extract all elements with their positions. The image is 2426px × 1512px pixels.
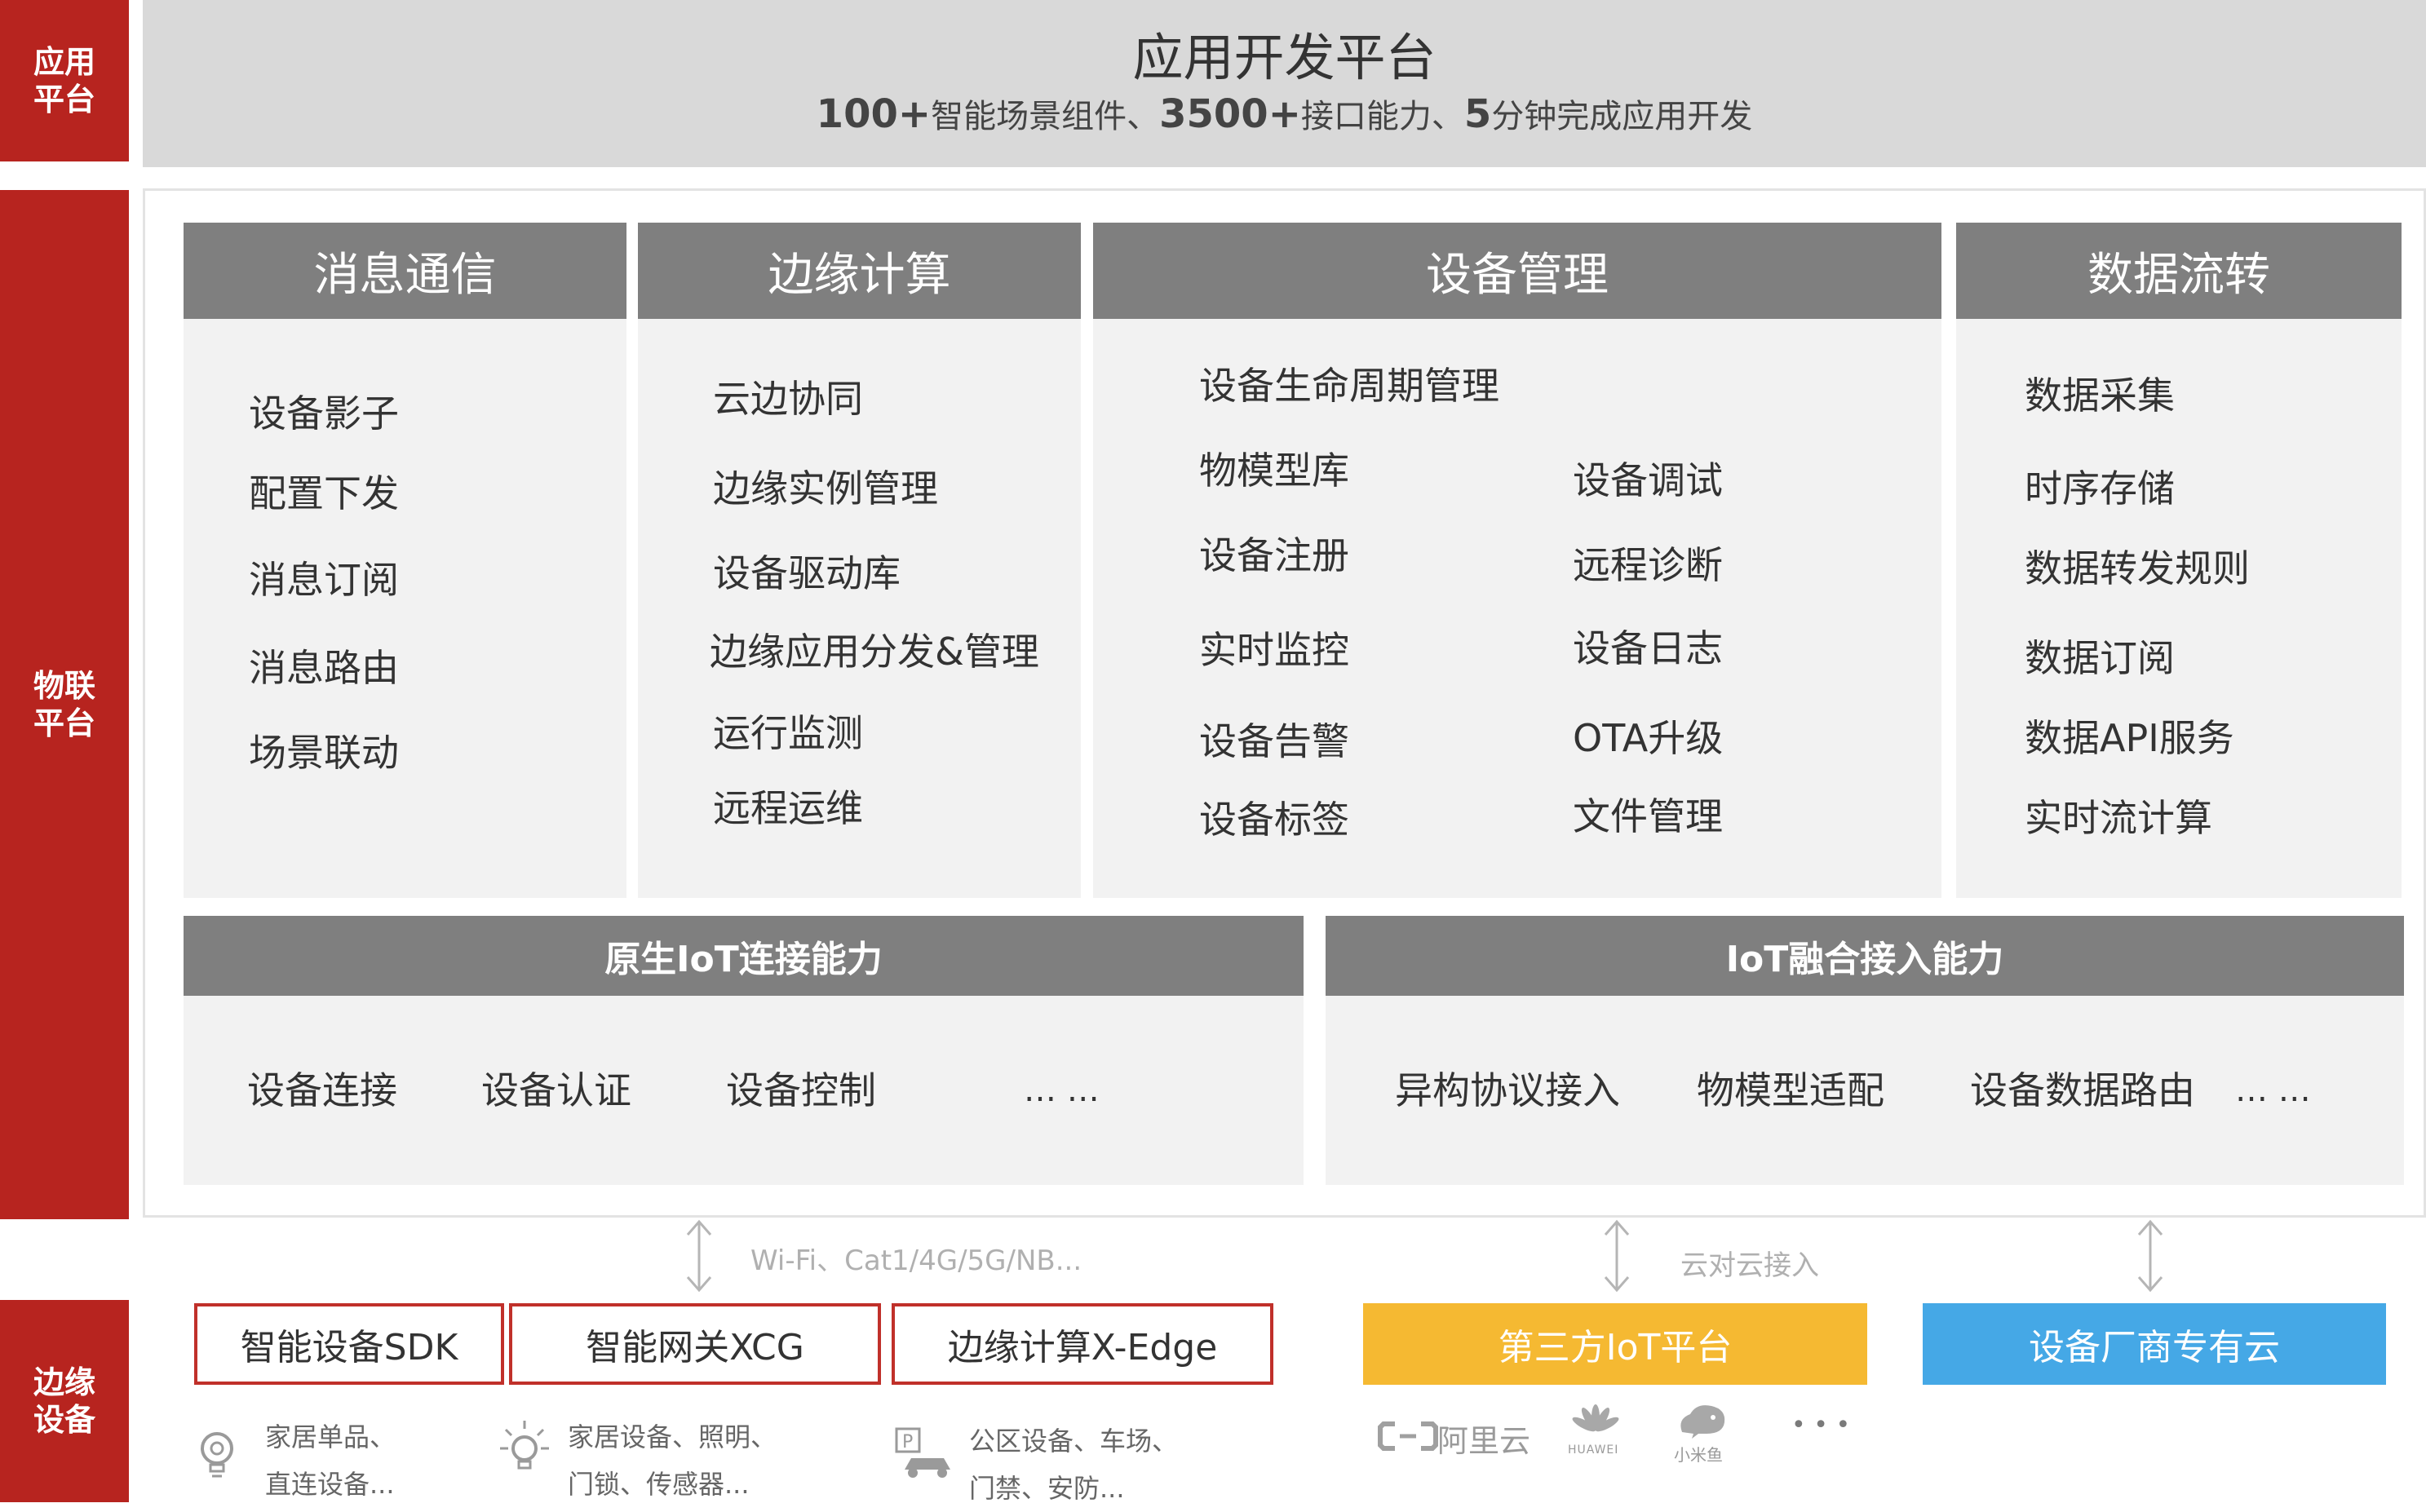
aliyun-logo-text: 阿里云 (1437, 1423, 1531, 1459)
column-device-title: 设备管理 (1093, 223, 1941, 319)
fusion-item: 异构协议接入 (1395, 1068, 1620, 1112)
side-label-edge-devices: 边缘设备 (0, 1300, 129, 1502)
column-edge-title: 边缘计算 (638, 223, 1081, 319)
column-item: 边缘实例管理 (713, 466, 938, 511)
huawei-logo-text: HUAWEI (1568, 1443, 1619, 1457)
column-item: 场景联动 (249, 731, 399, 775)
column-item: 运行监测 (713, 711, 863, 755)
third-party-iot-platform-label: 第三方IoT平台 (1498, 1327, 1733, 1368)
connect-item: 设备连接 (247, 1068, 397, 1112)
lightbulb-icon (201, 1432, 233, 1478)
sub-text-minutes: 分钟完成应用开发 (1491, 98, 1753, 135)
edge-x-edge-desc-line1: 公区设备、车场、 (969, 1426, 1179, 1457)
aliyun-logo-icon (1378, 1421, 1438, 1451)
app-platform-subtitle: 100+智能场景组件、3500+接口能力、5分钟完成应用开发 (817, 90, 1753, 141)
side-label-app-text: 应用平台 (33, 44, 95, 117)
edge-box-sdk: 智能设备SDK (194, 1303, 504, 1385)
side-label-app-platform: 应用平台 (0, 0, 129, 161)
connect-item: 设备控制 (726, 1068, 876, 1112)
native-iot-connect-band: 原生IoT连接能力 设备连接 设备认证 设备控制 … … (184, 916, 1304, 1185)
fusion-item: 物模型适配 (1697, 1068, 1884, 1112)
column-item: OTA升级 (1573, 716, 1724, 760)
iot-fusion-access-band: IoT融合接入能力 异构协议接入 物模型适配 设备数据路由 … … (1326, 916, 2404, 1185)
column-item: 文件管理 (1573, 794, 1723, 838)
fusion-item-ellipsis: … … (2235, 1072, 2311, 1109)
sub-text-components: 智能场景组件、 (931, 98, 1160, 135)
edge-box-x-edge-label: 边缘计算X-Edge (947, 1327, 1218, 1368)
edge-sdk-desc-line2: 直连设备... (265, 1469, 395, 1500)
column-item: 配置下发 (249, 471, 399, 515)
vendor-private-cloud-label: 设备厂商专有云 (2029, 1327, 2280, 1368)
xiaomi-logo-text: 小米鱼 (1674, 1445, 1723, 1465)
parking-car-icon: P (895, 1427, 950, 1478)
edge-box-sdk-label: 智能设备SDK (240, 1327, 458, 1368)
column-item: 远程运维 (713, 786, 863, 830)
column-data-title: 数据流转 (1956, 223, 2402, 319)
column-item: 数据采集 (2025, 374, 2175, 418)
edge-box-x-edge: 边缘计算X-Edge (892, 1303, 1273, 1385)
column-item: 实时监控 (1199, 628, 1349, 672)
sub-num-apis: 3500+ (1159, 91, 1301, 137)
column-item: 数据订阅 (2025, 636, 2175, 680)
sub-text-apis: 接口能力、 (1300, 98, 1464, 135)
column-item: 设备影子 (249, 391, 399, 435)
light-rays-icon (500, 1421, 549, 1470)
column-item: 设备驱动库 (713, 551, 901, 595)
column-data-flow: 数据流转 数据采集 时序存储 数据转发规则 数据订阅 数据API服务 实时流计算 (1956, 223, 2402, 898)
column-item: 实时流计算 (2025, 796, 2212, 840)
column-item: 设备标签 (1199, 798, 1349, 842)
side-label-edge-text: 边缘设备 (33, 1364, 95, 1438)
sub-num-components: 100+ (816, 91, 932, 137)
edge-sdk-desc-line1: 家居单品、 (265, 1421, 396, 1452)
column-item: 设备生命周期管理 (1199, 364, 1499, 408)
edge-box-gateway: 智能网关XCG (509, 1303, 881, 1385)
column-item: 设备注册 (1199, 533, 1349, 577)
column-item: 设备调试 (1573, 458, 1723, 502)
edge-x-edge-desc-line2: 门禁、安防... (969, 1473, 1125, 1504)
column-item: 数据转发规则 (2025, 546, 2250, 590)
side-label-iot-platform: 物联平台 (0, 190, 129, 1219)
connect-item: 设备认证 (481, 1068, 631, 1112)
fusion-item: 设备数据路由 (1970, 1068, 2195, 1112)
cloud-link-label: 云对云接入 (1680, 1249, 1819, 1282)
edge-box-gateway-label: 智能网关XCG (586, 1327, 804, 1368)
column-item: 消息订阅 (249, 558, 399, 602)
column-item: 云边协同 (713, 377, 863, 421)
connect-item-ellipsis: … … (1024, 1072, 1100, 1109)
column-item: 物模型库 (1199, 449, 1349, 493)
side-label-iot-text: 物联平台 (33, 668, 95, 741)
svg-text:P: P (902, 1432, 913, 1452)
column-item: 消息路由 (249, 646, 399, 690)
edge-gateway-desc-line2: 门锁、传感器... (568, 1469, 750, 1500)
huawei-logo-icon (1572, 1404, 1619, 1432)
column-item: 数据API服务 (2025, 716, 2234, 760)
column-item: 远程诊断 (1573, 543, 1723, 587)
double-arrow-icon (1604, 1219, 1630, 1293)
iot-fusion-access-title: IoT融合接入能力 (1326, 916, 2404, 996)
column-edge-computing: 边缘计算 云边协同 边缘实例管理 设备驱动库 边缘应用分发&管理 运行监测 远程… (638, 223, 1081, 898)
column-item: 时序存储 (2025, 466, 2175, 511)
double-arrow-icon (2137, 1219, 2163, 1293)
column-messaging-title: 消息通信 (184, 223, 626, 319)
column-device-management: 设备管理 设备生命周期管理 物模型库 设备调试 设备注册 远程诊断 实时监控 设… (1093, 223, 1941, 898)
third-party-iot-platform-box: 第三方IoT平台 (1363, 1303, 1867, 1385)
column-item: 边缘应用分发&管理 (710, 630, 1039, 674)
wifi-link-label: Wi-Fi、Cat1/4G/5G/NB... (750, 1245, 1082, 1277)
column-messaging: 消息通信 设备影子 配置下发 消息订阅 消息路由 场景联动 (184, 223, 626, 898)
column-item: 设备日志 (1573, 626, 1723, 670)
more-logos-ellipsis: • • • (1791, 1411, 1851, 1439)
column-item: 设备告警 (1199, 719, 1349, 763)
vendor-private-cloud-box: 设备厂商专有云 (1923, 1303, 2386, 1385)
app-platform-band: 应用开发平台 100+智能场景组件、3500+接口能力、5分钟完成应用开发 (143, 0, 2426, 167)
edge-gateway-desc-line1: 家居设备、照明、 (568, 1421, 777, 1452)
double-arrow-icon (686, 1219, 712, 1293)
native-iot-connect-title: 原生IoT连接能力 (184, 916, 1304, 996)
xiaomi-logo-icon (1680, 1405, 1725, 1439)
sub-num-minutes: 5 (1463, 91, 1492, 137)
app-platform-title: 应用开发平台 (1132, 28, 1437, 87)
